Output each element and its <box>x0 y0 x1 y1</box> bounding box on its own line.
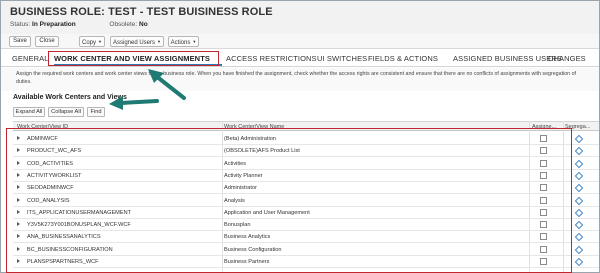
obsolete-value: No <box>139 21 148 28</box>
segregation-diamond-icon[interactable] <box>574 147 584 156</box>
info-panel: Assign the required work centers and wor… <box>1 68 599 91</box>
segregation-diamond-icon[interactable] <box>574 245 584 254</box>
segregation-diamond-icon[interactable] <box>574 171 584 181</box>
segregation-diamond-icon[interactable] <box>574 233 584 242</box>
collapse-all-button[interactable]: Collapse All <box>48 107 84 117</box>
segregation-diamond-icon[interactable] <box>574 183 584 193</box>
actions-label: Actions <box>170 40 191 46</box>
info-text: Assign the required work centers and wor… <box>16 71 577 85</box>
tab-ui-switches[interactable]: UI SWITCHES <box>317 54 367 63</box>
dropdown-caret-icon: ▼ <box>192 39 197 44</box>
tab-general[interactable]: GENERAL <box>12 54 49 63</box>
copy-button[interactable]: Copy ▼ <box>79 36 105 47</box>
toolbar: Save Close Copy ▼ Assigned Users ▼ Actions… <box>1 34 599 49</box>
find-button[interactable]: Find <box>87 107 105 117</box>
save-label: Save <box>13 38 27 44</box>
segregation-diamond-icon[interactable] <box>574 220 584 230</box>
tab-assigned-business-users[interactable]: ASSIGNED BUSINESS USERS <box>453 54 562 63</box>
table-toolbar: Expand All Collapse All Find <box>1 105 599 119</box>
actions-button[interactable]: Actions ▼ <box>168 36 199 47</box>
expand-all-label: Expand All <box>15 109 43 115</box>
status-label: Status: <box>10 21 31 28</box>
obsolete-label: Obsolete: <box>109 21 138 28</box>
expand-all-button[interactable]: Expand All <box>13 107 45 117</box>
table-highlight-box <box>6 128 572 273</box>
close-label: Close <box>39 38 55 44</box>
status-value: In Preparation <box>32 21 76 28</box>
tab-fields-and-actions[interactable]: FIELDS & ACTIONS <box>368 54 438 63</box>
find-label: Find <box>90 109 102 115</box>
assigned-users-label: Assigned Users <box>113 40 156 46</box>
save-button[interactable]: Save <box>9 36 31 47</box>
page-title: BUSINESS ROLE: TEST - TEST BUISINESS ROL… <box>10 6 273 18</box>
active-tab-highlight-box <box>48 51 219 66</box>
assigned-users-button[interactable]: Assigned Users ▼ <box>110 36 164 47</box>
segregation-diamond-icon[interactable] <box>574 257 584 267</box>
tab-changes[interactable]: CHANGES <box>548 54 586 63</box>
tab-access-restrictions[interactable]: ACCESS RESTRICTIONS <box>226 54 317 63</box>
status-line: Status: In Preparation Obsolete: No <box>10 21 148 28</box>
dropdown-caret-icon: ▼ <box>98 39 102 44</box>
segregation-diamond-icon[interactable] <box>574 134 584 144</box>
object-header: BUSINESS ROLE: TEST - TEST BUISINESS ROL… <box>1 1 599 34</box>
segregation-diamond-icon[interactable] <box>574 196 584 205</box>
collapse-all-label: Collapse All <box>51 109 81 115</box>
close-button[interactable]: Close <box>35 36 59 47</box>
copy-label: Copy <box>82 40 97 46</box>
annotation-arrow-icon <box>109 96 159 110</box>
segregation-diamond-icon[interactable] <box>574 159 584 168</box>
dropdown-caret-icon: ▼ <box>157 39 161 44</box>
segregation-diamond-icon[interactable] <box>574 208 584 218</box>
